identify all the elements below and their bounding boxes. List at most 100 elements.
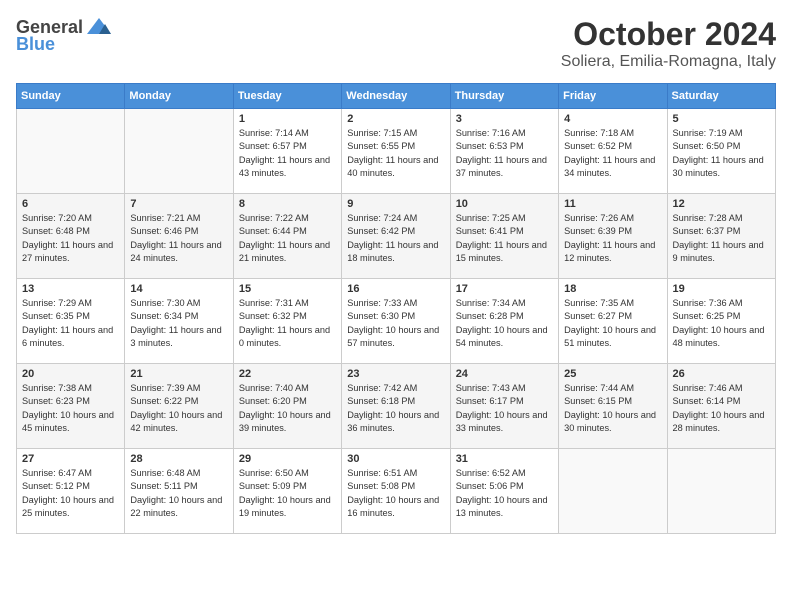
day-info: Sunrise: 7:30 AM Sunset: 6:34 PM Dayligh… bbox=[130, 297, 227, 350]
day-number: 3 bbox=[456, 113, 553, 125]
day-cell: 3Sunrise: 7:16 AM Sunset: 6:53 PM Daylig… bbox=[450, 109, 558, 194]
week-row-2: 13 Sunrise: 7:29 AM Sunset: 6:35 PM Dayli… bbox=[17, 279, 776, 364]
logo-icon bbox=[85, 16, 113, 38]
day-number: 26 bbox=[673, 368, 770, 380]
header-friday: Friday bbox=[559, 84, 667, 109]
day-info: Sunrise: 7:29 AM Sunset: 6:35 PM Dayligh… bbox=[22, 297, 119, 350]
header-monday: Monday bbox=[125, 84, 233, 109]
day-cell: 20 Sunrise: 7:38 AM Sunset: 6:23 PM Dayli… bbox=[17, 364, 125, 449]
calendar-header: SundayMondayTuesdayWednesdayThursdayFrid… bbox=[17, 84, 776, 109]
day-cell: 30Sunrise: 6:51 AM Sunset: 5:08 PM Dayli… bbox=[342, 449, 450, 534]
day-number: 11 bbox=[564, 198, 661, 210]
day-number: 5 bbox=[673, 113, 770, 125]
day-info: Sunrise: 6:48 AM Sunset: 5:11 PM Dayligh… bbox=[130, 467, 227, 520]
day-info: Sunrise: 7:46 AM Sunset: 6:14 PM Dayligh… bbox=[673, 382, 770, 435]
day-number: 25 bbox=[564, 368, 661, 380]
day-info: Sunrise: 7:21 AM Sunset: 6:46 PM Dayligh… bbox=[130, 212, 227, 265]
day-cell: 7 Sunrise: 7:21 AM Sunset: 6:46 PM Daylig… bbox=[125, 194, 233, 279]
day-info: Sunrise: 7:38 AM Sunset: 6:23 PM Dayligh… bbox=[22, 382, 119, 435]
day-number: 29 bbox=[239, 453, 336, 465]
day-cell: 18Sunrise: 7:35 AM Sunset: 6:27 PM Dayli… bbox=[559, 279, 667, 364]
day-cell: 4 Sunrise: 7:18 AM Sunset: 6:52 PM Daylig… bbox=[559, 109, 667, 194]
day-number: 12 bbox=[673, 198, 770, 210]
day-cell bbox=[125, 109, 233, 194]
day-cell: 19Sunrise: 7:36 AM Sunset: 6:25 PM Dayli… bbox=[667, 279, 775, 364]
day-cell: 8Sunrise: 7:22 AM Sunset: 6:44 PM Daylig… bbox=[233, 194, 341, 279]
day-cell bbox=[667, 449, 775, 534]
day-cell bbox=[17, 109, 125, 194]
day-number: 13 bbox=[22, 283, 119, 295]
day-number: 1 bbox=[239, 113, 336, 125]
day-number: 14 bbox=[130, 283, 227, 295]
page-header: General Blue October 2024 Soliera, Emili… bbox=[16, 16, 776, 71]
day-cell: 12 Sunrise: 7:28 AM Sunset: 6:37 PM Dayli… bbox=[667, 194, 775, 279]
day-info: Sunrise: 7:33 AM Sunset: 6:30 PM Dayligh… bbox=[347, 297, 444, 350]
day-cell: 31 Sunrise: 6:52 AM Sunset: 5:06 PM Dayli… bbox=[450, 449, 558, 534]
day-cell: 10 Sunrise: 7:25 AM Sunset: 6:41 PM Dayli… bbox=[450, 194, 558, 279]
day-info: Sunrise: 7:20 AM Sunset: 6:48 PM Dayligh… bbox=[22, 212, 119, 265]
logo-blue-text: Blue bbox=[16, 34, 55, 55]
day-number: 17 bbox=[456, 283, 553, 295]
day-cell: 5 Sunrise: 7:19 AM Sunset: 6:50 PM Daylig… bbox=[667, 109, 775, 194]
day-number: 23 bbox=[347, 368, 444, 380]
day-info: Sunrise: 7:43 AM Sunset: 6:17 PM Dayligh… bbox=[456, 382, 553, 435]
day-info: Sunrise: 7:18 AM Sunset: 6:52 PM Dayligh… bbox=[564, 127, 661, 180]
day-number: 2 bbox=[347, 113, 444, 125]
day-info: Sunrise: 7:44 AM Sunset: 6:15 PM Dayligh… bbox=[564, 382, 661, 435]
week-row-1: 6 Sunrise: 7:20 AM Sunset: 6:48 PM Daylig… bbox=[17, 194, 776, 279]
header-thursday: Thursday bbox=[450, 84, 558, 109]
day-info: Sunrise: 7:22 AM Sunset: 6:44 PM Dayligh… bbox=[239, 212, 336, 265]
month-title: October 2024 bbox=[561, 16, 776, 53]
day-number: 6 bbox=[22, 198, 119, 210]
day-cell: 11Sunrise: 7:26 AM Sunset: 6:39 PM Dayli… bbox=[559, 194, 667, 279]
header-wednesday: Wednesday bbox=[342, 84, 450, 109]
day-number: 30 bbox=[347, 453, 444, 465]
day-cell: 25 Sunrise: 7:44 AM Sunset: 6:15 PM Dayli… bbox=[559, 364, 667, 449]
day-number: 18 bbox=[564, 283, 661, 295]
header-sunday: Sunday bbox=[17, 84, 125, 109]
calendar-table: SundayMondayTuesdayWednesdayThursdayFrid… bbox=[16, 83, 776, 534]
day-number: 20 bbox=[22, 368, 119, 380]
day-number: 28 bbox=[130, 453, 227, 465]
day-cell: 2 Sunrise: 7:15 AM Sunset: 6:55 PM Daylig… bbox=[342, 109, 450, 194]
day-number: 27 bbox=[22, 453, 119, 465]
day-number: 15 bbox=[239, 283, 336, 295]
location-text: Soliera, Emilia-Romagna, Italy bbox=[561, 53, 776, 71]
header-row: SundayMondayTuesdayWednesdayThursdayFrid… bbox=[17, 84, 776, 109]
day-number: 10 bbox=[456, 198, 553, 210]
day-number: 16 bbox=[347, 283, 444, 295]
day-cell: 13 Sunrise: 7:29 AM Sunset: 6:35 PM Dayli… bbox=[17, 279, 125, 364]
day-cell: 6 Sunrise: 7:20 AM Sunset: 6:48 PM Daylig… bbox=[17, 194, 125, 279]
day-info: Sunrise: 7:28 AM Sunset: 6:37 PM Dayligh… bbox=[673, 212, 770, 265]
day-info: Sunrise: 7:19 AM Sunset: 6:50 PM Dayligh… bbox=[673, 127, 770, 180]
day-info: Sunrise: 7:42 AM Sunset: 6:18 PM Dayligh… bbox=[347, 382, 444, 435]
day-info: Sunrise: 6:47 AM Sunset: 5:12 PM Dayligh… bbox=[22, 467, 119, 520]
day-cell bbox=[559, 449, 667, 534]
day-number: 21 bbox=[130, 368, 227, 380]
day-cell: 28 Sunrise: 6:48 AM Sunset: 5:11 PM Dayli… bbox=[125, 449, 233, 534]
calendar-body: 1 Sunrise: 7:14 AM Sunset: 6:57 PM Daylig… bbox=[17, 109, 776, 534]
day-info: Sunrise: 7:15 AM Sunset: 6:55 PM Dayligh… bbox=[347, 127, 444, 180]
title-block: October 2024 Soliera, Emilia-Romagna, It… bbox=[561, 16, 776, 71]
day-info: Sunrise: 7:34 AM Sunset: 6:28 PM Dayligh… bbox=[456, 297, 553, 350]
day-number: 31 bbox=[456, 453, 553, 465]
logo: General Blue bbox=[16, 16, 113, 55]
day-cell: 15Sunrise: 7:31 AM Sunset: 6:32 PM Dayli… bbox=[233, 279, 341, 364]
day-cell: 29 Sunrise: 6:50 AM Sunset: 5:09 PM Dayli… bbox=[233, 449, 341, 534]
day-cell: 22Sunrise: 7:40 AM Sunset: 6:20 PM Dayli… bbox=[233, 364, 341, 449]
day-info: Sunrise: 7:25 AM Sunset: 6:41 PM Dayligh… bbox=[456, 212, 553, 265]
day-info: Sunrise: 6:52 AM Sunset: 5:06 PM Dayligh… bbox=[456, 467, 553, 520]
header-tuesday: Tuesday bbox=[233, 84, 341, 109]
day-info: Sunrise: 6:50 AM Sunset: 5:09 PM Dayligh… bbox=[239, 467, 336, 520]
day-number: 4 bbox=[564, 113, 661, 125]
day-info: Sunrise: 7:24 AM Sunset: 6:42 PM Dayligh… bbox=[347, 212, 444, 265]
day-cell: 9Sunrise: 7:24 AM Sunset: 6:42 PM Daylig… bbox=[342, 194, 450, 279]
day-info: Sunrise: 7:40 AM Sunset: 6:20 PM Dayligh… bbox=[239, 382, 336, 435]
header-saturday: Saturday bbox=[667, 84, 775, 109]
week-row-3: 20 Sunrise: 7:38 AM Sunset: 6:23 PM Dayli… bbox=[17, 364, 776, 449]
day-info: Sunrise: 7:14 AM Sunset: 6:57 PM Dayligh… bbox=[239, 127, 336, 180]
day-cell: 14 Sunrise: 7:30 AM Sunset: 6:34 PM Dayli… bbox=[125, 279, 233, 364]
week-row-4: 27 Sunrise: 6:47 AM Sunset: 5:12 PM Dayli… bbox=[17, 449, 776, 534]
day-number: 7 bbox=[130, 198, 227, 210]
week-row-0: 1 Sunrise: 7:14 AM Sunset: 6:57 PM Daylig… bbox=[17, 109, 776, 194]
